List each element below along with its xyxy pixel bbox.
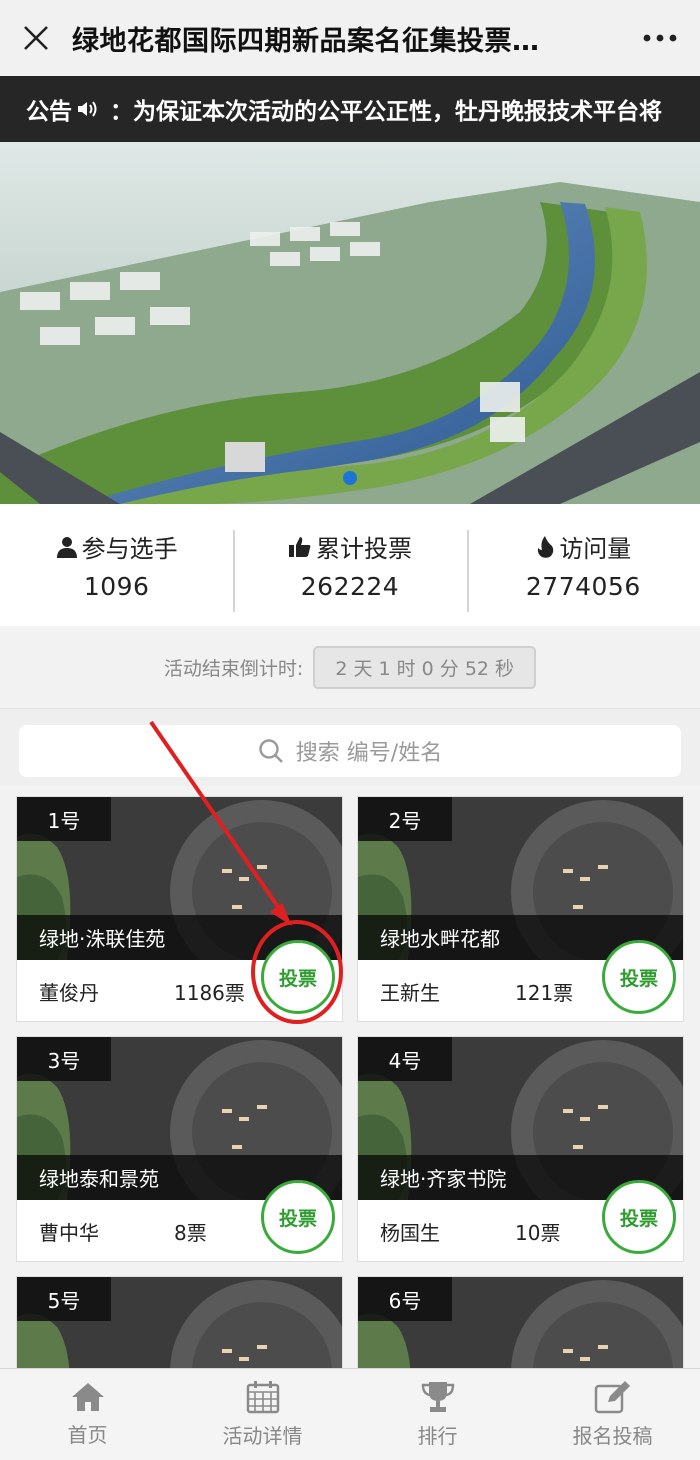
search-icon	[259, 739, 283, 763]
vote-button[interactable]: 投票	[261, 940, 335, 1014]
stat-value: 1096	[83, 572, 150, 601]
candidate-votes: 10票	[515, 1220, 561, 1245]
candidate-votes: 121票	[515, 980, 574, 1005]
bottom-nav: 首页 活动详情 排行 报名投稿	[0, 1368, 700, 1460]
announcement-label: 公告	[26, 92, 100, 126]
stat-value: 262224	[300, 572, 400, 601]
candidate-number: 2号	[358, 797, 452, 841]
speaker-icon	[78, 101, 97, 117]
vote-button[interactable]: 投票	[602, 940, 676, 1014]
nav-home[interactable]: 首页	[0, 1369, 175, 1460]
countdown-value: 2 天 1 时 0 分 52 秒	[313, 645, 537, 689]
vote-button[interactable]: 投票	[602, 1180, 676, 1254]
stat-participants: 参与选手 1096	[0, 504, 233, 626]
banner-image[interactable]	[0, 142, 700, 504]
stat-value: 2774056	[525, 572, 641, 601]
user-icon	[56, 536, 77, 558]
home-icon	[71, 1383, 104, 1411]
candidate-person: 王新生	[380, 980, 440, 1005]
title-bar: 绿地花都国际四期新品案名征集投票…	[0, 0, 700, 76]
nav-label: 首页	[67, 1423, 108, 1447]
thumbs-up-icon	[288, 536, 311, 557]
countdown: 活动结束倒计时: 2 天 1 时 0 分 52 秒	[0, 626, 700, 708]
candidate-person: 曹中华	[39, 1220, 99, 1245]
candidate-number: 6号	[358, 1277, 452, 1321]
candidate-number: 5号	[17, 1277, 111, 1321]
edit-icon	[594, 1381, 630, 1414]
stat-label: 访问量	[559, 535, 632, 563]
candidate-number: 3号	[17, 1037, 111, 1081]
stat-label: 累计投票	[315, 535, 412, 563]
nav-ranking[interactable]: 排行	[350, 1369, 525, 1460]
nav-activity-details[interactable]: 活动详情	[175, 1369, 350, 1460]
fire-icon	[538, 535, 554, 558]
stat-total-votes: 累计投票 262224	[233, 504, 466, 626]
close-icon[interactable]	[0, 0, 72, 76]
stat-label: 参与选手	[81, 535, 178, 563]
candidate-card[interactable]: 1号 绿地·洙联佳苑 董俊丹 1186票 投票	[16, 796, 343, 1022]
vote-button[interactable]: 投票	[261, 1180, 335, 1254]
candidate-card[interactable]: 4号 绿地·齐家书院 杨国生 10票 投票	[357, 1036, 684, 1262]
candidate-number: 1号	[17, 797, 111, 841]
nav-label: 排行	[417, 1424, 458, 1448]
announcement-bar: 公告 ：为保证本次活动的公平公正性，牡丹晚报技术平台将	[0, 76, 700, 142]
candidate-votes: 8票	[174, 1220, 207, 1245]
nav-submit[interactable]: 报名投稿	[525, 1369, 700, 1460]
candidate-votes: 1186票	[174, 980, 245, 1005]
nav-label: 活动详情	[222, 1424, 303, 1448]
nav-label: 报名投稿	[572, 1424, 653, 1448]
search-input[interactable]: 搜索 编号/姓名	[19, 725, 681, 777]
candidate-card[interactable]: 2号 绿地水畔花都 王新生 121票 投票	[357, 796, 684, 1022]
trophy-icon	[421, 1382, 454, 1412]
page-title: 绿地花都国际四期新品案名征集投票…	[72, 25, 540, 57]
calendar-icon	[246, 1381, 279, 1414]
candidate-person: 杨国生	[380, 1220, 440, 1245]
candidate-card[interactable]: 3号 绿地泰和景苑 曹中华 8票 投票	[16, 1036, 343, 1262]
carousel-dot[interactable]	[343, 471, 357, 485]
stats-panel: 参与选手 1096 累计投票 262224 访问量 2774056	[0, 504, 700, 626]
search-placeholder: 搜索 编号/姓名	[295, 741, 443, 766]
stat-visits: 访问量 2774056	[466, 504, 700, 626]
countdown-label: 活动结束倒计时:	[163, 657, 304, 680]
candidate-card[interactable]: 5号	[16, 1276, 343, 1376]
candidate-number: 4号	[358, 1037, 452, 1081]
candidate-person: 董俊丹	[39, 980, 99, 1005]
announcement-text: ：为保证本次活动的公平公正性，牡丹晚报技术平台将	[110, 99, 662, 125]
candidate-card[interactable]: 6号	[357, 1276, 684, 1376]
search-section: 搜索 编号/姓名	[0, 708, 700, 786]
more-dots-icon[interactable]	[620, 0, 700, 76]
